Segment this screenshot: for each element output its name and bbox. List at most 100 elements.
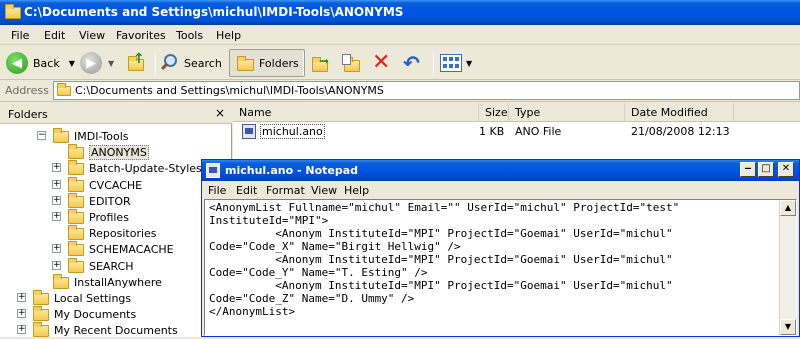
folder-icon	[68, 209, 84, 224]
back-dropdown-icon[interactable]: ▼	[69, 59, 75, 68]
folders-pane-title: Folders	[8, 108, 48, 121]
menu-view[interactable]: View	[79, 29, 105, 42]
explorer-title-bar[interactable]: C:\Documents and Settings\michul\IMDI-To…	[0, 0, 800, 25]
views-icon	[440, 54, 462, 72]
collapse-icon[interactable]: −	[37, 131, 46, 140]
menu-favorites[interactable]: Favorites	[116, 29, 166, 42]
scroll-down-icon[interactable]: ▼	[780, 319, 796, 335]
tree-item[interactable]: + Profiles	[0, 209, 232, 226]
menu-file[interactable]: File	[11, 29, 29, 42]
folder-icon	[68, 225, 84, 241]
menu-help[interactable]: Help	[216, 29, 241, 42]
folder-icon	[33, 322, 49, 338]
notepad-menu-format[interactable]: Format	[266, 184, 305, 197]
file-list-header: Name Size Type Date Modified	[233, 103, 800, 122]
ano-file-icon	[242, 124, 256, 139]
tree-item[interactable]: + SEARCH	[0, 257, 232, 275]
tree-item-label: InstallAnywhere	[74, 275, 162, 289]
file-type: ANO File	[515, 125, 562, 138]
expand-icon[interactable]: +	[52, 195, 61, 205]
notepad-menu-help[interactable]: Help	[344, 184, 369, 197]
close-button[interactable]: ✕	[778, 162, 794, 177]
undo-icon: ↶	[403, 51, 420, 75]
folders-button[interactable]: Folders	[229, 49, 305, 77]
column-type[interactable]: Type	[509, 103, 625, 122]
expand-icon[interactable]: +	[17, 309, 26, 319]
scroll-up-icon[interactable]: ▲	[780, 200, 796, 216]
folder-icon	[68, 176, 84, 192]
folders-icon	[235, 54, 255, 72]
explorer-window-title: C:\Documents and Settings\michul\IMDI-To…	[24, 5, 404, 19]
column-size[interactable]: Size	[479, 103, 509, 122]
expand-icon[interactable]: +	[52, 244, 61, 254]
up-folder-button[interactable]: ↑	[126, 49, 148, 77]
column-name[interactable]: Name	[233, 103, 479, 122]
tree-item[interactable]: + Local Settings	[0, 290, 232, 307]
open-folder-icon	[68, 144, 84, 160]
toolbar-separator	[155, 52, 156, 76]
tree-item-label: SEARCH	[89, 259, 134, 273]
maximize-button[interactable]: □	[758, 162, 774, 177]
address-value: C:\Documents and Settings\michul\IMDI-To…	[75, 84, 384, 97]
copy-to-folder-icon	[340, 52, 362, 74]
address-label: Address	[5, 84, 49, 97]
notepad-menu-file[interactable]: File	[208, 184, 226, 197]
file-size: 1 KB	[479, 125, 505, 138]
menu-tools[interactable]: Tools	[176, 29, 203, 42]
notepad-menu-view[interactable]: View	[311, 184, 337, 197]
back-arrow-icon: ◀	[6, 52, 28, 74]
up-folder-icon: ↑	[126, 51, 148, 74]
tree-item-label: IMDI-Tools	[74, 130, 129, 143]
delete-button[interactable]: ✕	[372, 49, 390, 77]
tree-item[interactable]: + My Documents	[0, 306, 232, 323]
folder-icon	[33, 290, 49, 305]
tree-item-label: Local Settings	[54, 292, 132, 305]
undo-button[interactable]: ↶	[403, 49, 420, 77]
address-field[interactable]: C:\Documents and Settings\michul\IMDI-To…	[53, 81, 800, 100]
menu-edit[interactable]: Edit	[44, 29, 65, 42]
expand-icon[interactable]: +	[52, 260, 61, 270]
tree-item[interactable]: + SCHEMACACHE	[0, 241, 232, 258]
folder-icon	[68, 160, 84, 176]
tree-item[interactable]: Repositories	[0, 225, 232, 242]
notepad-menu-bar: File Edit Format View Help	[202, 181, 799, 199]
folders-pane-header: Folders ×	[0, 103, 232, 124]
vertical-scrollbar[interactable]: ▲ ▼	[779, 200, 796, 335]
search-button[interactable]: Search	[160, 49, 222, 77]
expand-icon[interactable]: +	[52, 163, 61, 173]
tree-item[interactable]: + CVCACHE	[0, 176, 232, 194]
expand-icon[interactable]: +	[52, 212, 61, 221]
tree-item[interactable]: ANONYMS	[0, 144, 232, 161]
column-date-modified[interactable]: Date Modified	[625, 103, 734, 122]
tree-item[interactable]: − IMDI-Tools	[0, 128, 232, 145]
folder-icon	[68, 257, 84, 273]
tree-item[interactable]: + EDITOR	[0, 192, 232, 210]
explorer-toolbar: ◀ Back ▼ ▶ ▼ ↑ Search Folders ➞ ✕ ↶ ▼	[0, 46, 800, 80]
forward-dropdown-icon[interactable]: ▼	[108, 59, 114, 68]
tree-item-label: EDITOR	[89, 194, 131, 208]
expand-icon[interactable]: +	[52, 179, 61, 189]
minimize-button[interactable]: ‒	[740, 162, 756, 177]
back-button[interactable]: ◀ Back ▼	[6, 49, 75, 77]
close-icon[interactable]: ×	[213, 106, 227, 120]
tree-item[interactable]: InstallAnywhere	[0, 273, 232, 291]
file-name[interactable]: michul.ano	[260, 124, 325, 139]
expand-icon[interactable]: +	[17, 293, 26, 302]
copy-to-button[interactable]	[340, 49, 362, 77]
expand-icon[interactable]: +	[17, 325, 26, 335]
tree-item[interactable]: + Batch-Update-Stylesheets	[0, 160, 232, 177]
search-label: Search	[184, 56, 222, 70]
tree-item-label: CVCACHE	[89, 178, 143, 192]
views-button[interactable]: ▼	[440, 49, 472, 77]
views-dropdown-icon[interactable]: ▼	[466, 59, 472, 68]
folder-icon	[57, 83, 71, 96]
delete-icon: ✕	[372, 50, 391, 75]
forward-button[interactable]: ▶ ▼	[80, 49, 114, 77]
notepad-menu-edit[interactable]: Edit	[236, 184, 257, 197]
tree-item-label: My Recent Documents	[54, 324, 178, 338]
folders-pane: Folders × − IMDI-Tools ANONYMS + Batch-Updat…	[0, 103, 232, 338]
folder-icon	[68, 241, 84, 257]
move-to-button[interactable]: ➞	[310, 49, 332, 77]
notepad-text-area[interactable]: <AnonymList Fullname="michul" Email="" U…	[204, 199, 797, 336]
notepad-title-bar[interactable]: michul.ano - Notepad ‒ □ ✕	[202, 160, 799, 181]
